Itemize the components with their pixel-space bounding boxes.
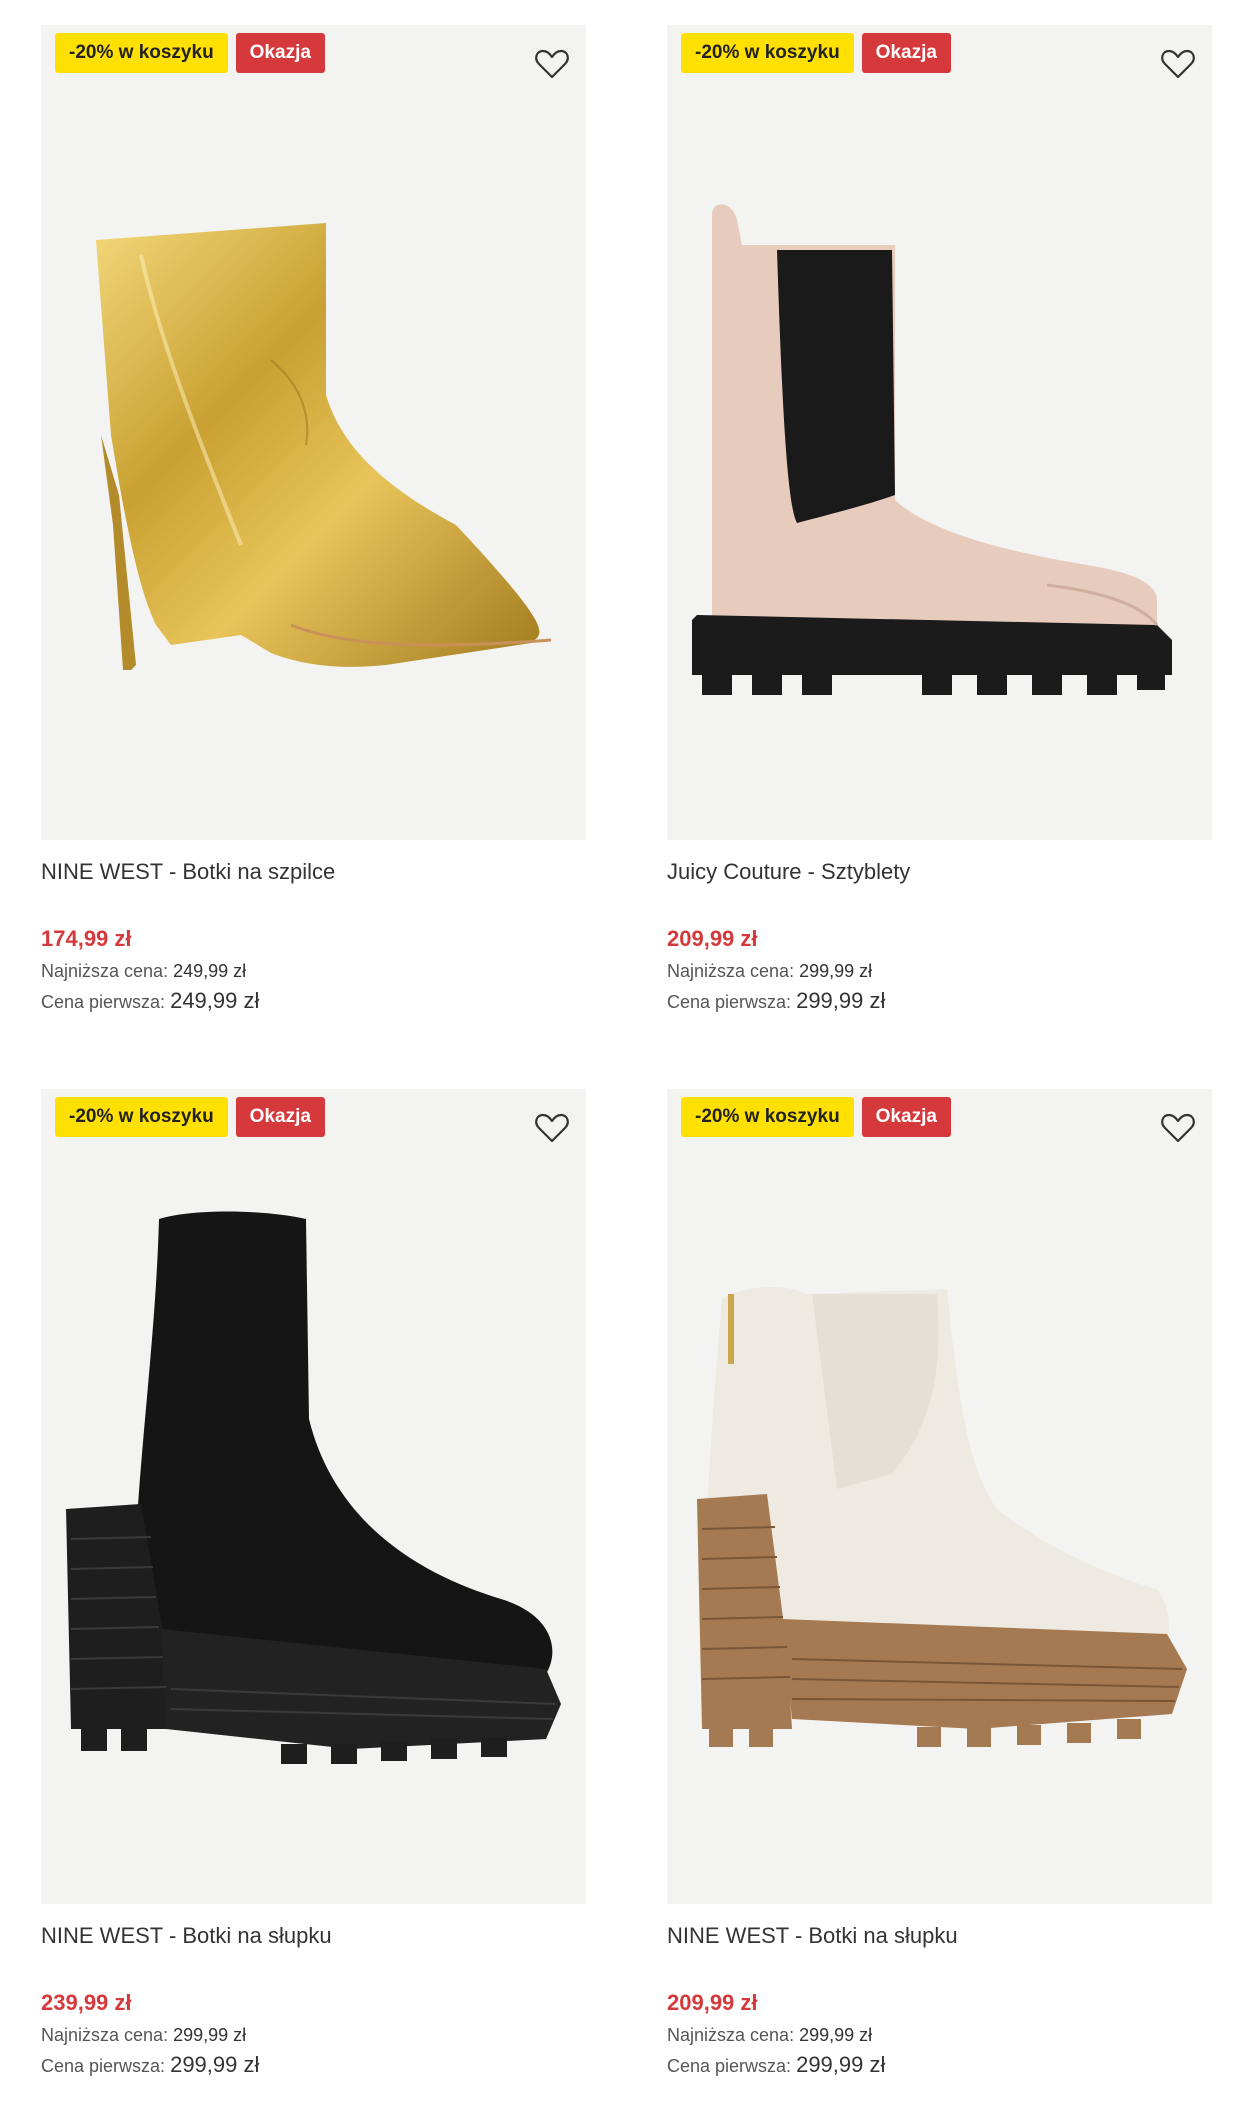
lowest-price-label: Najniższa cena: [667,961,795,981]
discount-badge: -20% w koszyku [55,1097,228,1137]
product-image-container[interactable]: -20% w koszyku Okazja [41,25,586,840]
first-price-value: 249,99 zł [170,988,260,1013]
badges: -20% w koszyku Okazja [681,1097,951,1137]
badges: -20% w koszyku Okazja [55,33,325,73]
lowest-price-label: Najniższa cena: [41,2025,169,2045]
product-price: 239,99 zł [41,1990,132,2015]
wishlist-heart-icon[interactable] [532,43,572,83]
product-image-container[interactable]: -20% w koszyku Okazja [41,1089,586,1904]
product-title[interactable]: NINE WEST - Botki na szpilce [41,852,586,914]
lowest-price-value: 299,99 zł [173,2025,247,2045]
discount-badge: -20% w koszyku [681,1097,854,1137]
deal-badge: Okazja [861,33,951,73]
product-card[interactable]: -20% w koszyku Okazja [667,25,1212,1016]
product-price: 209,99 zł [667,926,758,951]
badges: -20% w koszyku Okazja [681,33,951,73]
product-price: 174,99 zł [41,926,132,951]
badges: -20% w koszyku Okazja [55,1097,325,1137]
lowest-price-row: Najniższa cena: 299,99 zł [667,2020,1212,2050]
product-card[interactable]: -20% w koszyku Okazja [41,1089,586,2080]
product-card[interactable]: -20% w koszyku Okazja [667,1089,1212,2080]
product-image-beige-chelsea-boot [692,204,1172,695]
deal-badge: Okazja [235,1097,325,1137]
product-title[interactable]: NINE WEST - Botki na słupku [667,1916,1212,1978]
first-price-label: Cena pierwsza: [41,992,166,1012]
product-price: 209,99 zł [667,1990,758,2015]
first-price-row: Cena pierwsza: 299,99 zł [41,2050,586,2080]
lowest-price-value: 299,99 zł [799,961,873,981]
first-price-row: Cena pierwsza: 249,99 zł [41,986,586,1016]
first-price-value: 299,99 zł [170,2052,260,2077]
product-title[interactable]: Juicy Couture - Sztyblety [667,852,1212,914]
first-price-label: Cena pierwsza: [667,992,792,1012]
first-price-row: Cena pierwsza: 299,99 zł [667,986,1212,1016]
lowest-price-row: Najniższa cena: 299,99 zł [667,956,1212,986]
product-card[interactable]: -20% w koszyku Okazja [41,25,586,1016]
wishlist-heart-icon[interactable] [1158,43,1198,83]
lowest-price-label: Najniższa cena: [667,2025,795,2045]
product-image-black-block-heel-boot [66,1211,561,1764]
deal-badge: Okazja [235,33,325,73]
first-price-value: 299,99 zł [796,2052,886,2077]
lowest-price-label: Najniższa cena: [41,961,169,981]
lowest-price-row: Najniższa cena: 249,99 zł [41,956,586,986]
first-price-value: 299,99 zł [796,988,886,1013]
product-grid: -20% w koszyku Okazja NINE WEST - Botki … [0,0,1250,2123]
lowest-price-value: 249,99 zł [173,961,247,981]
wishlist-heart-icon[interactable] [1158,1107,1198,1147]
first-price-row: Cena pierwsza: 299,99 zł [667,2050,1212,2080]
discount-badge: -20% w koszyku [55,33,228,73]
deal-badge: Okazja [861,1097,951,1137]
product-image-gold-stiletto-boot [96,223,552,670]
lowest-price-value: 299,99 zł [799,2025,873,2045]
product-image-container[interactable]: -20% w koszyku Okazja [667,1089,1212,1904]
discount-badge: -20% w koszyku [681,33,854,73]
product-title[interactable]: NINE WEST - Botki na słupku [41,1916,586,1978]
first-price-label: Cena pierwsza: [667,2056,792,2076]
wishlist-heart-icon[interactable] [532,1107,572,1147]
first-price-label: Cena pierwsza: [41,2056,166,2076]
product-image-white-block-heel-boot [697,1287,1187,1747]
product-image-container[interactable]: -20% w koszyku Okazja [667,25,1212,840]
lowest-price-row: Najniższa cena: 299,99 zł [41,2020,586,2050]
